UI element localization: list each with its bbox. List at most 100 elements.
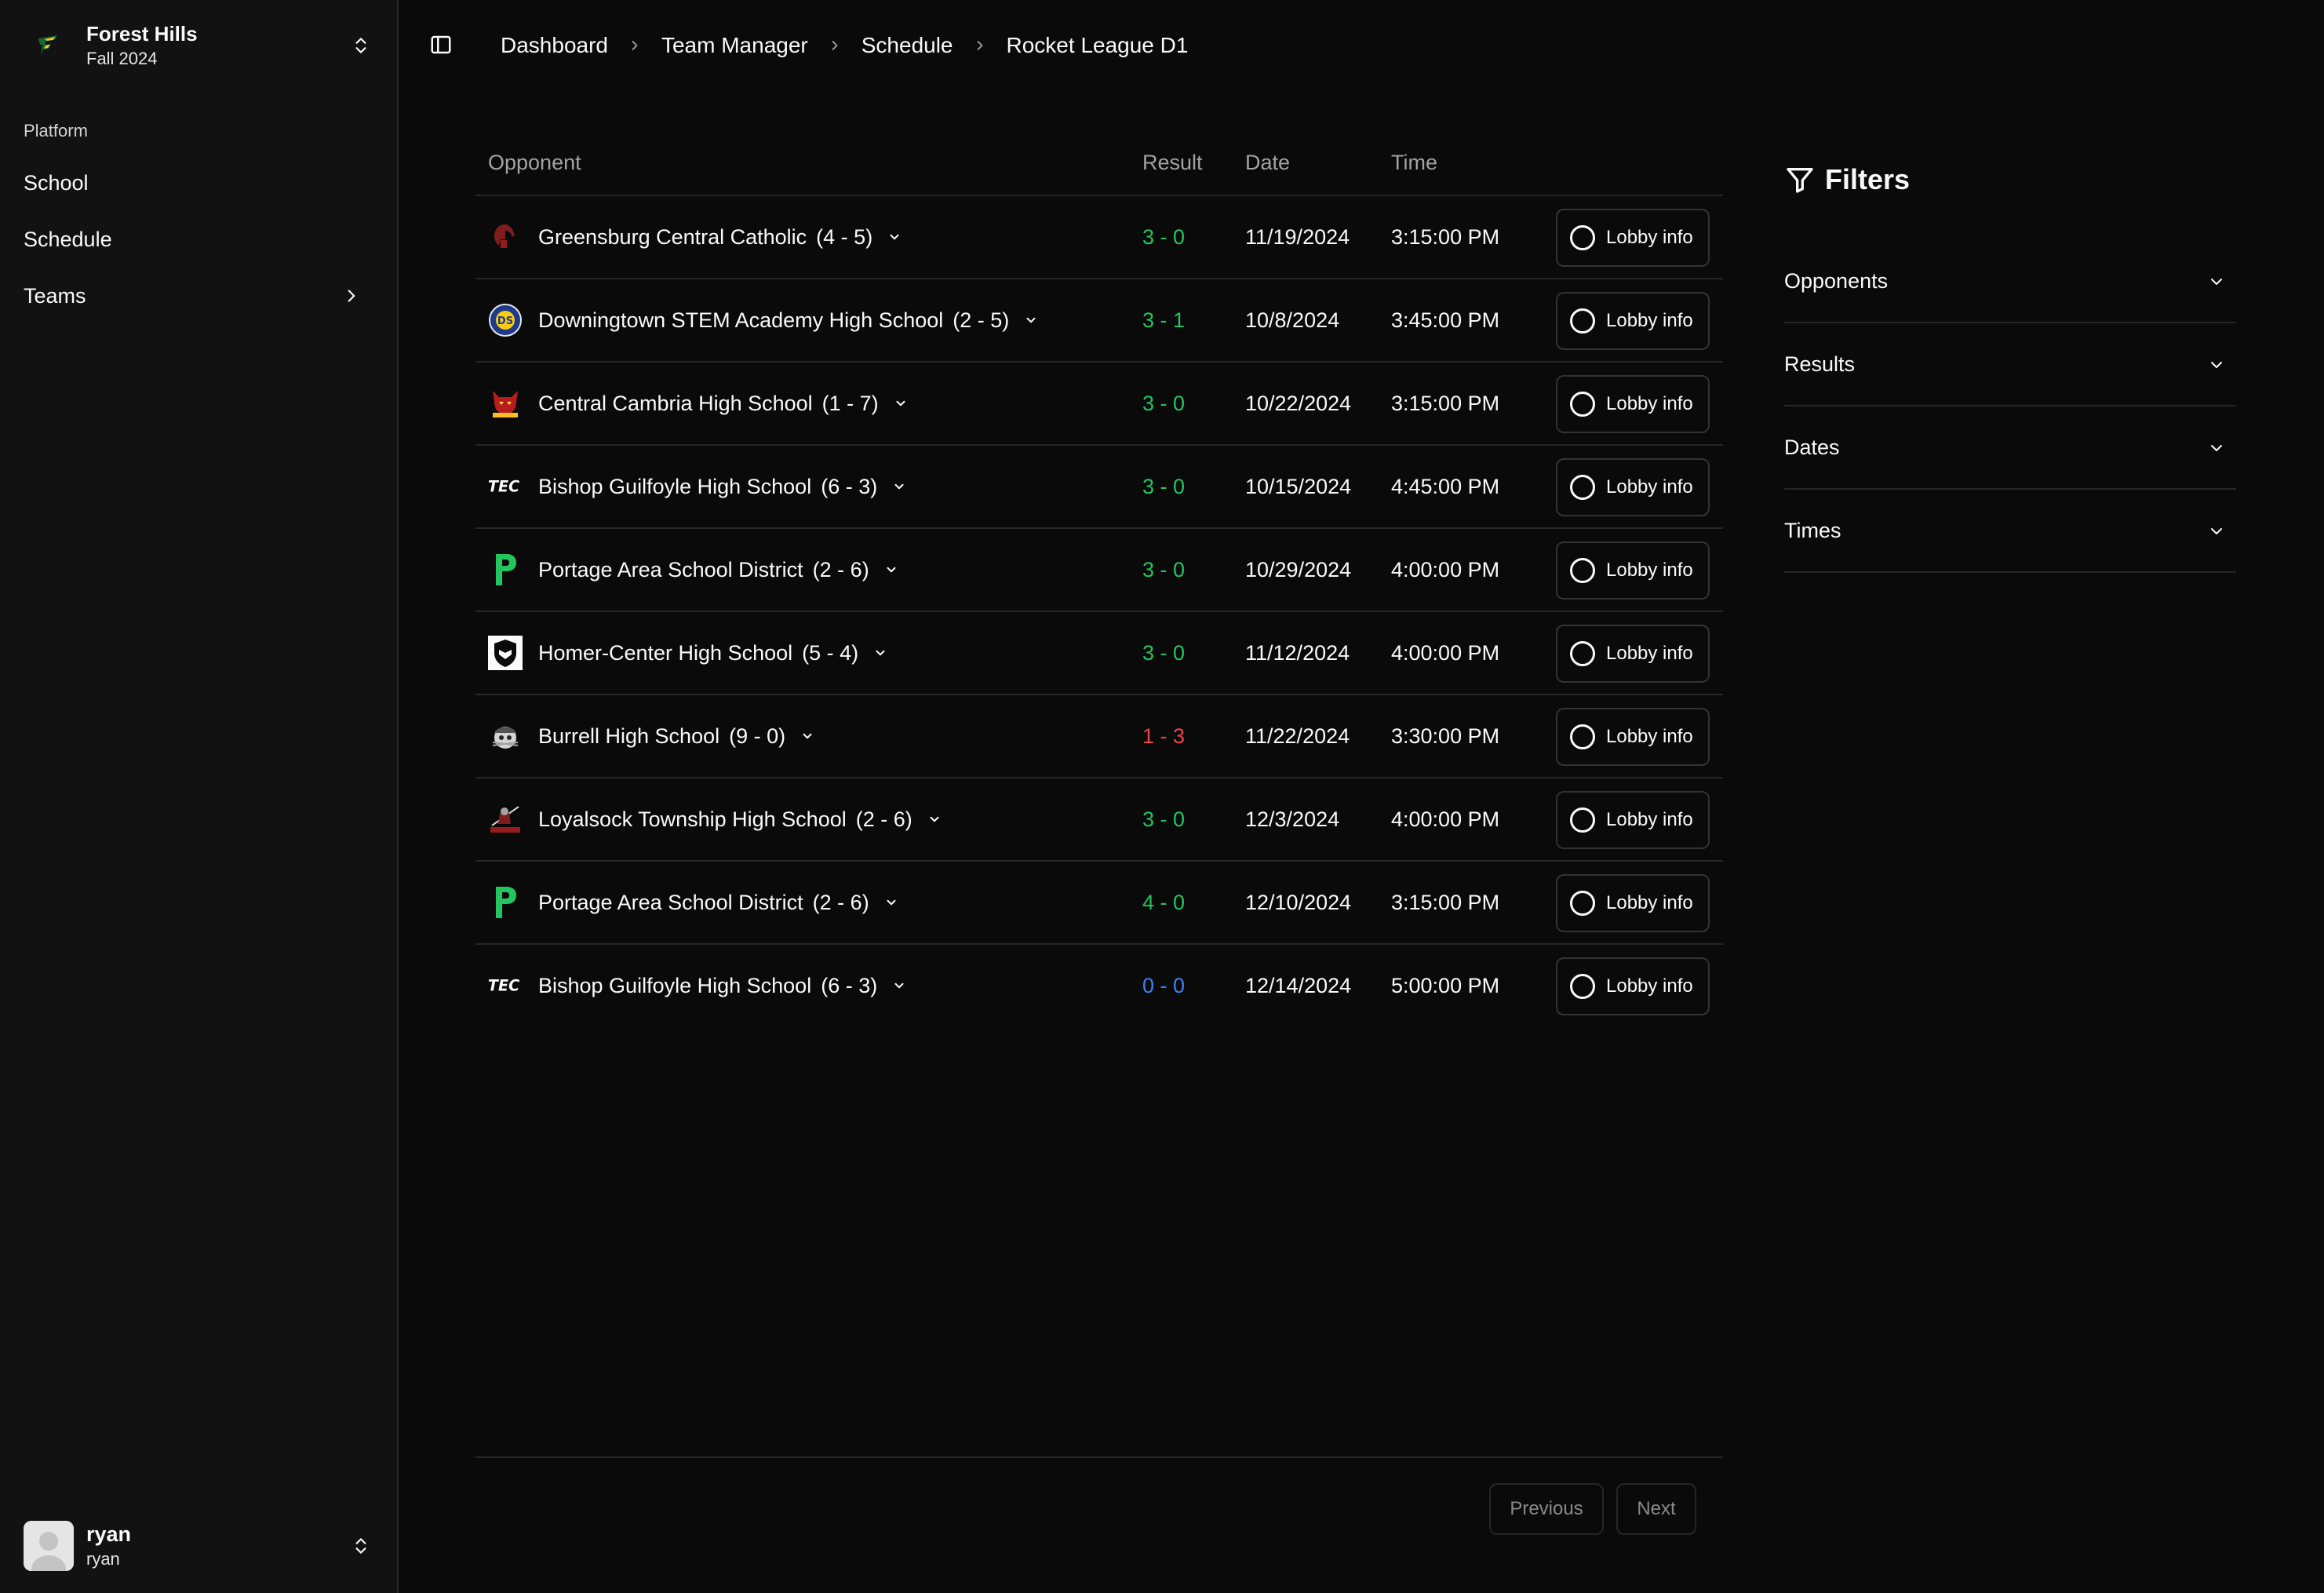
chevron-down-icon[interactable]: [893, 396, 909, 411]
table-header: Opponent Result Date Time: [475, 133, 1723, 196]
green-p-icon: [486, 551, 524, 589]
previous-page-button[interactable]: Previous: [1489, 1483, 1604, 1535]
shield-crest-icon: [486, 634, 524, 672]
filters-title: Filters: [1825, 163, 1911, 195]
time-cell: 3:45:00 PM: [1391, 308, 1500, 332]
opponent-cell[interactable]: Homer-Center High School (5 - 4): [538, 612, 888, 694]
time-cell: 4:45:00 PM: [1391, 474, 1500, 498]
result-cell: 3 - 0: [1142, 557, 1186, 581]
opponent-name: Downingtown STEM Academy High School: [538, 308, 944, 332]
user-menu[interactable]: ryan ryan: [24, 1519, 375, 1573]
column-header-date: Date: [1245, 151, 1291, 174]
user-name: ryan: [86, 1522, 132, 1546]
lobby-info-button[interactable]: Lobby info: [1556, 791, 1710, 849]
opponent-cell[interactable]: Bishop Guilfoyle High School (6 - 3): [538, 945, 907, 1026]
opponent-cell[interactable]: Greensburg Central Catholic (4 - 5): [538, 196, 902, 278]
sidebar-item-label: School: [24, 170, 89, 195]
lobby-info-button[interactable]: Lobby info: [1556, 874, 1710, 932]
lobby-info-button[interactable]: Lobby info: [1556, 375, 1710, 433]
user-handle: ryan: [86, 1549, 120, 1569]
result-cell: 3 - 0: [1142, 640, 1186, 665]
chevron-down-icon[interactable]: [883, 562, 899, 578]
date-cell: 10/22/2024: [1245, 391, 1352, 415]
sidebar-item-teams[interactable]: Teams: [13, 272, 373, 319]
chevron-down-icon: [2205, 519, 2228, 543]
lobby-info-label: Lobby info: [1606, 892, 1693, 913]
table-row: Portage Area School District (2 - 6) 3 -…: [475, 529, 1723, 612]
filter-dates[interactable]: Dates: [1784, 406, 2236, 490]
org-season: Fall 2024: [86, 49, 158, 68]
circle-icon: [1570, 807, 1595, 833]
circle-icon: [1570, 308, 1595, 334]
table-row: TEC Bishop Guilfoyle High School (6 - 3)…: [475, 945, 1723, 1028]
chevrons-up-down-icon[interactable]: [347, 1532, 375, 1560]
chevron-right-icon: [953, 38, 1007, 53]
org-name: Forest Hills: [86, 22, 198, 46]
chevron-down-icon[interactable]: [883, 895, 899, 910]
date-cell: 11/19/2024: [1245, 224, 1350, 249]
table-footer-divider: [475, 1456, 1723, 1458]
opponent-cell[interactable]: Downingtown STEM Academy High School (2 …: [538, 279, 1039, 361]
nav-group-label: Platform: [24, 121, 88, 140]
lobby-info-button[interactable]: Lobby info: [1556, 541, 1710, 600]
result-cell: 3 - 1: [1142, 308, 1186, 332]
chevrons-up-down-icon[interactable]: [347, 31, 375, 60]
sidebar-item-school[interactable]: School: [13, 159, 373, 206]
opponent-cell[interactable]: Portage Area School District (2 - 6): [538, 529, 899, 611]
sidebar-toggle-button[interactable]: [424, 30, 458, 61]
tec-wordmark-icon: TEC: [486, 967, 524, 1004]
opponent-record: (1 - 7): [821, 391, 879, 415]
opponent-cell[interactable]: Central Cambria High School (1 - 7): [538, 363, 909, 444]
breadcrumb-dashboard[interactable]: Dashboard: [501, 33, 608, 58]
schedule-table: Opponent Result Date Time Greensburg Cen…: [475, 133, 1723, 1028]
chevron-down-icon[interactable]: [887, 229, 902, 245]
opponent-cell[interactable]: Portage Area School District (2 - 6): [538, 862, 899, 943]
panel-left-icon: [429, 33, 453, 59]
date-cell: 10/8/2024: [1245, 308, 1340, 332]
next-page-button[interactable]: Next: [1616, 1483, 1696, 1535]
lobby-info-button[interactable]: Lobby info: [1556, 209, 1710, 267]
opponent-cell[interactable]: Bishop Guilfoyle High School (6 - 3): [538, 446, 907, 527]
table-row: Homer-Center High School (5 - 4) 3 - 0 1…: [475, 612, 1723, 695]
chevron-down-icon: [2205, 270, 2228, 293]
breadcrumb-schedule[interactable]: Schedule: [861, 33, 953, 58]
time-cell: 3:30:00 PM: [1391, 724, 1500, 748]
date-cell: 12/14/2024: [1245, 973, 1352, 997]
forest-hills-logo-icon: [24, 20, 74, 71]
date-cell: 10/15/2024: [1245, 474, 1352, 498]
chevron-down-icon[interactable]: [872, 645, 888, 661]
opponent-record: (2 - 5): [953, 308, 1010, 332]
chevron-down-icon[interactable]: [891, 479, 907, 494]
sidebar-item-schedule[interactable]: Schedule: [13, 216, 373, 263]
breadcrumb: Dashboard Team Manager Schedule Rocket L…: [501, 28, 1188, 63]
filter-opponents[interactable]: Opponents: [1784, 240, 2236, 323]
lobby-info-button[interactable]: Lobby info: [1556, 708, 1710, 766]
opponent-name: Burrell High School: [538, 724, 720, 748]
lobby-info-button[interactable]: Lobby info: [1556, 957, 1710, 1015]
opponent-name: Greensburg Central Catholic: [538, 224, 807, 249]
circle-icon: [1570, 225, 1595, 250]
lobby-info-label: Lobby info: [1606, 393, 1693, 414]
opponent-cell[interactable]: Burrell High School (9 - 0): [538, 695, 815, 777]
chevron-down-icon[interactable]: [1023, 312, 1039, 328]
opponent-record: (2 - 6): [855, 807, 912, 831]
lobby-info-button[interactable]: Lobby info: [1556, 625, 1710, 683]
breadcrumb-team-manager[interactable]: Team Manager: [661, 33, 808, 58]
result-cell: 3 - 0: [1142, 807, 1186, 831]
chevron-down-icon[interactable]: [800, 728, 815, 744]
filter-results[interactable]: Results: [1784, 323, 2236, 406]
opponent-cell[interactable]: Loyalsock Township High School (2 - 6): [538, 778, 942, 860]
table-row: Loyalsock Township High School (2 - 6) 3…: [475, 778, 1723, 862]
chevron-down-icon[interactable]: [891, 978, 907, 993]
chevron-down-icon[interactable]: [927, 811, 942, 827]
lobby-info-button[interactable]: Lobby info: [1556, 458, 1710, 516]
avatar: [24, 1521, 74, 1571]
opponent-record: (2 - 6): [812, 890, 869, 914]
chevron-right-icon: [608, 38, 661, 53]
opponent-name: Portage Area School District: [538, 890, 803, 914]
lobby-info-label: Lobby info: [1606, 476, 1693, 498]
filter-times[interactable]: Times: [1784, 490, 2236, 573]
lobby-info-button[interactable]: Lobby info: [1556, 292, 1710, 350]
opponent-name: Homer-Center High School: [538, 640, 793, 665]
org-switcher[interactable]: Forest Hills Fall 2024: [24, 17, 375, 74]
